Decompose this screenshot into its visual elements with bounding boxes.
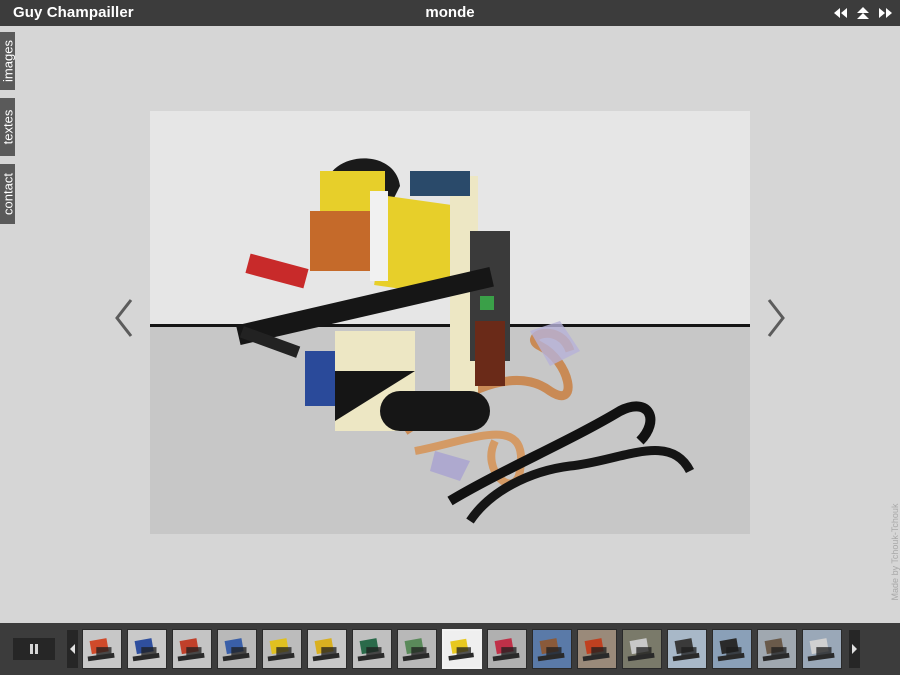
fast-forward-icon[interactable] — [878, 5, 894, 21]
gallery-title: monde — [425, 4, 475, 21]
prev-image-button[interactable] — [112, 296, 136, 340]
filmstrip-thumbnail[interactable] — [622, 629, 662, 669]
filmstrip-thumbnail[interactable] — [82, 629, 122, 669]
filmstrip-thumbnail[interactable] — [352, 629, 392, 669]
filmstrip-thumbnail[interactable] — [802, 629, 842, 669]
filmstrip-thumbnail[interactable] — [262, 629, 302, 669]
up-icon[interactable] — [855, 5, 871, 21]
filmstrip-thumbnail[interactable] — [712, 629, 752, 669]
filmstrip-thumbnail[interactable] — [217, 629, 257, 669]
filmstrip-thumbnail[interactable] — [532, 629, 572, 669]
rewind-icon[interactable] — [832, 5, 848, 21]
chevron-left-icon — [115, 299, 133, 337]
tab-contact-label: contact — [0, 173, 15, 215]
tab-contact[interactable]: contact — [0, 164, 15, 224]
filmstrip-thumbnail[interactable] — [757, 629, 797, 669]
main-artwork-image[interactable] — [150, 111, 750, 534]
tab-textes[interactable]: textes — [0, 98, 15, 156]
top-bar: Guy Champailler monde — [0, 0, 900, 26]
site-title[interactable]: Guy Champailler — [13, 4, 134, 21]
pause-slideshow-button[interactable] — [13, 638, 55, 660]
filmstrip-thumbnail[interactable] — [307, 629, 347, 669]
filmstrip-thumbnail[interactable] — [397, 629, 437, 669]
bottom-bar — [0, 623, 900, 675]
tab-images-label: images — [0, 40, 15, 82]
filmstrip-thumbnail[interactable] — [577, 629, 617, 669]
tab-textes-label: textes — [0, 109, 15, 145]
tab-images[interactable]: images — [0, 32, 15, 90]
filmstrip-thumbnail[interactable] — [442, 629, 482, 669]
chevron-right-icon — [767, 299, 785, 337]
credit-text[interactable]: Made by Tchouk-Tchouk — [888, 494, 900, 610]
filmstrip-thumbnail[interactable] — [487, 629, 527, 669]
filmstrip-thumbnail[interactable] — [127, 629, 167, 669]
filmstrip-thumbnail[interactable] — [172, 629, 212, 669]
filmstrip-next-button[interactable] — [849, 630, 860, 668]
header-nav — [832, 5, 894, 21]
filmstrip — [82, 629, 845, 669]
filmstrip-thumbnail[interactable] — [667, 629, 707, 669]
next-image-button[interactable] — [764, 296, 788, 340]
filmstrip-prev-button[interactable] — [67, 630, 78, 668]
